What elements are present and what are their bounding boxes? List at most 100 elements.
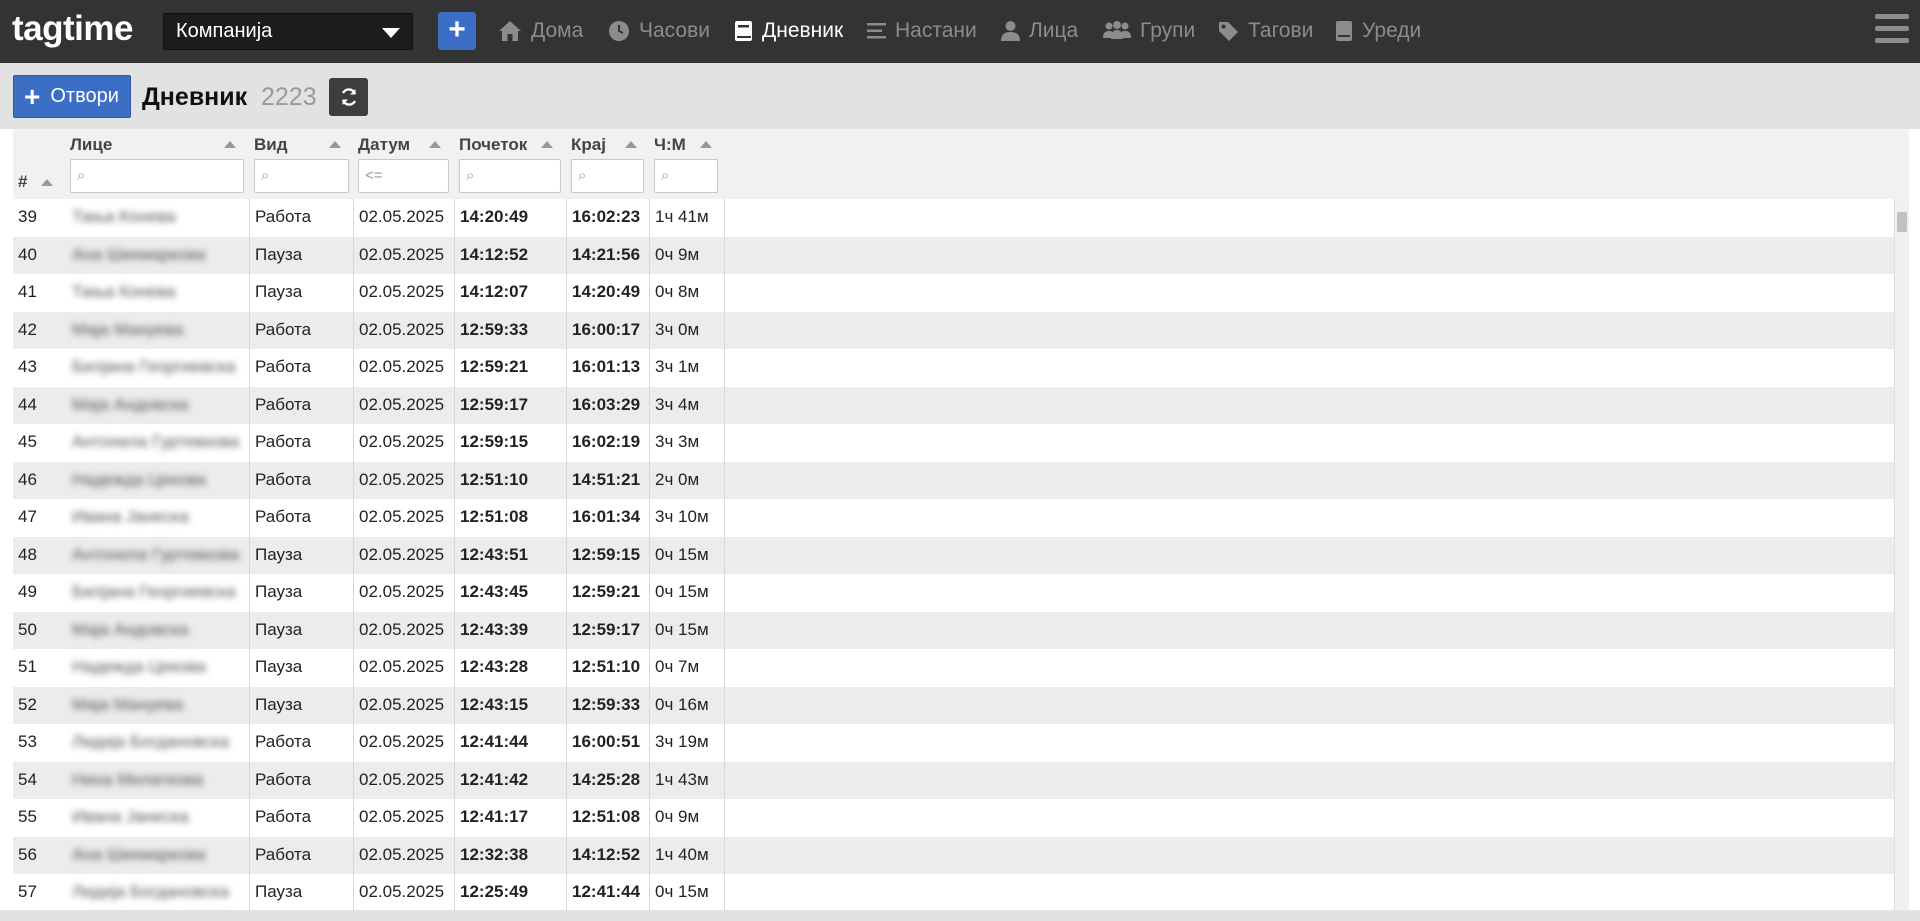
cell-end: 12:41:44 <box>572 882 641 901</box>
cell-end: 12:59:33 <box>572 694 641 714</box>
cell-num: 53 <box>18 732 37 751</box>
sort-arrow-icon[interactable] <box>224 141 236 148</box>
table-scrollbar[interactable] <box>1894 199 1909 910</box>
cell-type: Работа <box>255 469 312 489</box>
cell-hm: 1ч 40м <box>655 844 709 864</box>
filter-type-input[interactable]: ⌕ <box>254 159 349 193</box>
sort-arrow-icon[interactable] <box>541 141 553 148</box>
column-header-person[interactable]: Лице <box>70 135 112 155</box>
column-header-type[interactable]: Вид <box>254 135 288 155</box>
cell-num: 55 <box>18 807 37 826</box>
open-button[interactable]: + Отвори <box>13 75 131 118</box>
cell-date: 02.05.2025 <box>359 732 445 751</box>
cell-date: 02.05.2025 <box>359 807 445 826</box>
table-scrollbar-thumb[interactable] <box>1897 212 1907 232</box>
nav-item-journal[interactable]: Дневник <box>734 17 843 45</box>
nav-item-devices[interactable]: Уреди <box>1335 17 1421 45</box>
cell-end: 16:02:19 <box>572 432 641 451</box>
cell-hm: 0ч 8м <box>655 282 700 301</box>
table-row[interactable]: 53 Лидија Богдановска Работа 02.05.2025 12:4… <box>13 724 1894 761</box>
table-row[interactable]: 41 Тања Конева Пауза 02.05.2025 14:12:07 14:2… <box>13 274 1894 311</box>
cell-start: 12:43:45 <box>460 582 529 601</box>
table-row[interactable]: 51 Надежда Цекова Пауза 02.05.2025 12:43:28 1… <box>13 649 1894 686</box>
cell-type: Пауза <box>255 694 303 714</box>
nav-item-hours[interactable]: Часови <box>608 17 710 45</box>
cell-hm: 0ч 15м <box>655 544 709 564</box>
cell-hm: 3ч 4м <box>655 394 700 414</box>
table-row[interactable]: 39 Тања Конева Работа 02.05.2025 14:20:49 16:… <box>13 199 1894 236</box>
table-row[interactable]: 50 Маја Андовска Пауза 02.05.2025 12:43:39 12… <box>13 611 1894 649</box>
cell-date: 02.05.2025 <box>359 469 445 489</box>
sort-arrow-icon[interactable] <box>429 141 441 148</box>
table-header: # Лице ⌕ Вид ⌕ Датум <= Почеток ⌕ Крај ⌕… <box>13 129 1909 199</box>
cell-type: Работа <box>255 357 312 376</box>
cell-person: Маја Андовска <box>72 619 189 639</box>
nav-item-persons[interactable]: Лица <box>1001 17 1078 45</box>
cell-date: 02.05.2025 <box>359 844 445 864</box>
cell-end: 14:20:49 <box>572 282 641 301</box>
table-row[interactable]: 40 Ана Шкемаркова Пауза 02.05.2025 14:12:52 1… <box>13 236 1894 274</box>
filter-end-input[interactable]: ⌕ <box>571 159 644 193</box>
column-header-start[interactable]: Почеток <box>459 135 527 155</box>
filter-hm-input[interactable]: ⌕ <box>654 159 718 193</box>
cell-type: Работа <box>255 432 312 451</box>
table-row[interactable]: 47 Ивана Јанеска Работа 02.05.2025 12:51:08 1… <box>13 499 1894 536</box>
cell-hm: 0ч 7м <box>655 657 700 676</box>
cell-person: Маја Мануевa <box>72 319 184 339</box>
table-row[interactable]: 44 Маја Андовска Работа 02.05.2025 12:59:17 1… <box>13 386 1894 424</box>
table-row[interactable]: 55 Ивана Јанеска Работа 02.05.2025 12:41:17 1… <box>13 799 1894 836</box>
table-body: 57 Лидија Богдановска Пауза 02.05.2025 12:25… <box>13 199 1894 910</box>
sort-arrow-icon[interactable] <box>41 179 53 186</box>
table-row[interactable]: 45 Антонела Гуртевкова Работа 02.05.2025 12:… <box>13 424 1894 461</box>
app-logo[interactable]: tagtime <box>12 7 133 51</box>
nav-item-events[interactable]: Настани <box>867 17 977 45</box>
filter-person-input[interactable]: ⌕ <box>70 159 244 193</box>
cell-type: Работа <box>255 844 312 864</box>
cell-end: 14:51:21 <box>572 469 641 489</box>
column-header-hm[interactable]: Ч:М <box>654 135 686 155</box>
table-row[interactable]: 57 Лидија Богдановска Пауза 02.05.2025 12:25… <box>13 874 1894 910</box>
company-select-value: Компанија <box>176 20 273 42</box>
cell-date: 02.05.2025 <box>359 282 445 301</box>
nav-item-hours-label: Часови <box>639 19 710 42</box>
column-header-num[interactable]: # <box>18 172 27 192</box>
sort-arrow-icon[interactable] <box>700 141 712 148</box>
filter-start-input[interactable]: ⌕ <box>459 159 561 193</box>
cell-hm: 0ч 9м <box>655 244 700 264</box>
cell-person: Билјана Георгиевска <box>72 357 236 376</box>
table-row[interactable]: 54 Нина Милаткова Работа 02.05.2025 12:41:42… <box>13 761 1894 799</box>
sort-arrow-icon[interactable] <box>625 141 637 148</box>
table-row[interactable]: 52 Маја Мануевa Пауза 02.05.2025 12:43:15 12:… <box>13 686 1894 724</box>
nav-item-home[interactable]: Дома <box>498 17 583 45</box>
table-row[interactable]: 56 Ана Шкемаркова Работа 02.05.2025 12:32:38… <box>13 836 1894 874</box>
cell-person: Надежда Цекова <box>72 469 206 489</box>
cell-hm: 1ч 41м <box>655 207 709 226</box>
refresh-button[interactable] <box>329 78 368 116</box>
table-row[interactable]: 42 Маја Мануевa Работа 02.05.2025 12:59:33 16… <box>13 311 1894 349</box>
nav-item-groups[interactable]: Групи <box>1103 17 1195 45</box>
cell-hm: 3ч 10м <box>655 507 709 526</box>
cell-start: 14:12:07 <box>460 282 529 301</box>
company-select[interactable]: Компанија <box>163 13 413 50</box>
column-header-date[interactable]: Датум <box>358 135 410 155</box>
table-row[interactable]: 43 Билјана Георгиевска Работа 02.05.2025 12:… <box>13 349 1894 386</box>
column-header-end[interactable]: Крај <box>571 135 606 155</box>
user-icon <box>1001 21 1020 41</box>
table-row[interactable]: 49 Билјана Георгиевска Пауза 02.05.2025 12:4… <box>13 574 1894 611</box>
filter-date-input[interactable]: <= <box>358 159 449 193</box>
cell-type: Работа <box>255 207 312 226</box>
table-row[interactable]: 46 Надежда Цекова Работа 02.05.2025 12:51:10… <box>13 461 1894 499</box>
journal-table: # Лице ⌕ Вид ⌕ Датум <= Почеток ⌕ Крај ⌕… <box>13 129 1909 910</box>
add-button[interactable]: + <box>438 12 476 50</box>
cell-type: Пауза <box>255 619 303 639</box>
menu-hamburger-icon[interactable] <box>1875 14 1909 46</box>
nav-item-tags[interactable]: Тагови <box>1218 17 1313 45</box>
cell-num: 54 <box>18 769 37 789</box>
cell-start: 12:43:51 <box>460 544 529 564</box>
table-row[interactable]: 48 Антонела Гуртевкова Пауза 02.05.2025 12:4… <box>13 536 1894 574</box>
cell-type: Пауза <box>255 582 303 601</box>
cell-start: 12:51:10 <box>460 469 529 489</box>
cell-hm: 2ч 0м <box>655 469 700 489</box>
cell-end: 12:51:10 <box>572 657 641 676</box>
sort-arrow-icon[interactable] <box>329 141 341 148</box>
